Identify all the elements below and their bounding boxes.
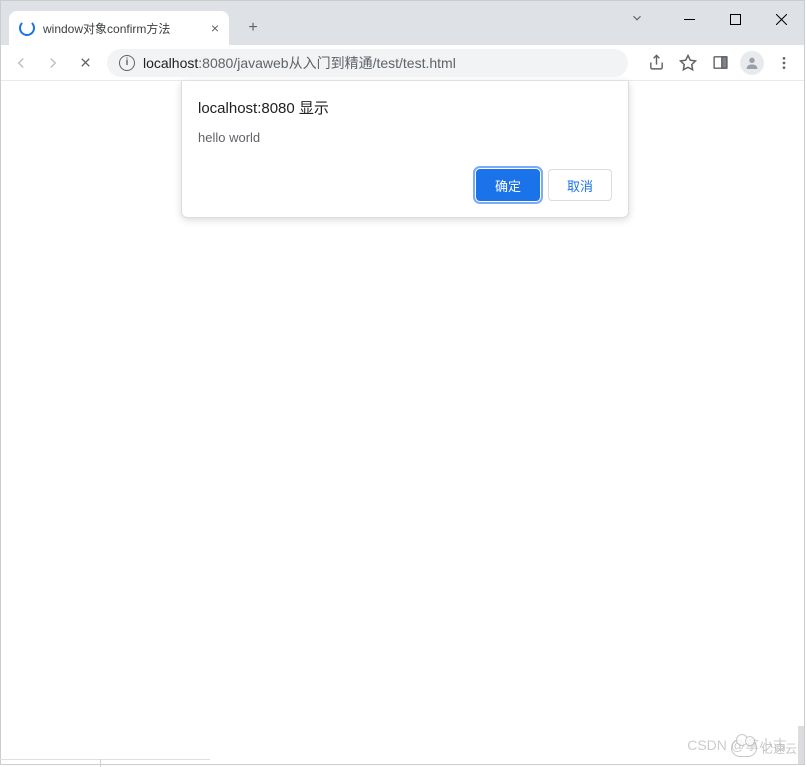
bookmark-icon[interactable] [674,49,702,77]
watermark-logo: 亿速云 [731,739,797,757]
confirm-ok-button[interactable]: 确定 [476,169,540,201]
dialog-message: hello world [198,130,612,145]
tab-search-icon[interactable] [630,11,644,30]
profile-avatar[interactable] [738,49,766,77]
close-window-button[interactable] [758,1,804,37]
url-text: localhost:8080/javaweb从入门到精通/test/test.h… [143,53,456,73]
menu-icon[interactable] [770,49,798,77]
toolbar: i localhost:8080/javaweb从入门到精通/test/test… [1,45,804,81]
dialog-title: localhost:8080 显示 [198,97,612,118]
confirm-cancel-button[interactable]: 取消 [548,169,612,201]
scrollbar[interactable] [798,726,804,764]
browser-tab[interactable]: window对象confirm方法 × [9,11,229,45]
window-controls [666,1,804,37]
maximize-button[interactable] [712,1,758,37]
cloud-icon [731,739,757,757]
title-bar: window对象confirm方法 × + [1,1,804,45]
minimize-button[interactable] [666,1,712,37]
close-tab-icon[interactable]: × [211,20,219,36]
forward-button[interactable] [39,49,67,77]
stop-reload-button[interactable] [71,49,99,77]
bottom-edge [0,759,210,767]
confirm-dialog: localhost:8080 显示 hello world 确定 取消 [181,81,629,218]
share-icon[interactable] [642,49,670,77]
side-panel-icon[interactable] [706,49,734,77]
bottom-divider [100,759,101,767]
tab-title: window对象confirm方法 [43,20,170,37]
back-button[interactable] [7,49,35,77]
page-viewport: localhost:8080 显示 hello world 确定 取消 [1,81,804,764]
site-info-icon[interactable]: i [119,55,135,71]
address-bar[interactable]: i localhost:8080/javaweb从入门到精通/test/test… [107,49,628,77]
new-tab-button[interactable]: + [239,14,267,42]
loading-spinner-icon [19,20,35,36]
